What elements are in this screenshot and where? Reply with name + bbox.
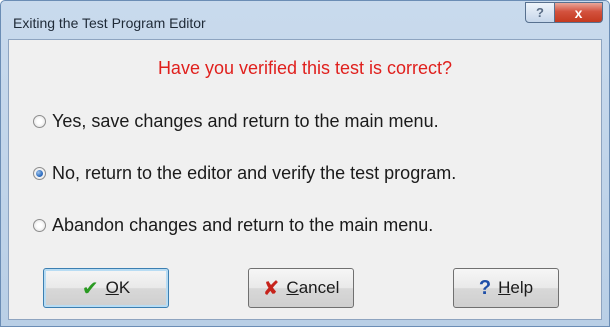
confirmation-question: Have you verified this test is correct? <box>157 58 453 78</box>
radio-abandon-changes[interactable] <box>33 219 46 232</box>
option-abandon-changes[interactable]: Abandon changes and return to the main m… <box>33 215 433 236</box>
ok-button[interactable]: ✔ OK <box>43 268 169 308</box>
radio-return-to-editor[interactable] <box>33 167 46 180</box>
title-close-button[interactable]: x <box>555 2 603 23</box>
option-save-and-return[interactable]: Yes, save changes and return to the main… <box>33 111 439 132</box>
dialog-body: Have you verified this test is correct? … <box>8 39 602 320</box>
caption-buttons: ? x <box>525 2 603 24</box>
option-return-to-editor[interactable]: No, return to the editor and verify the … <box>33 163 456 184</box>
help-button[interactable]: ? Help <box>453 268 559 308</box>
cancel-button[interactable]: ✘ Cancel <box>248 268 354 308</box>
window-title: Exiting the Test Program Editor <box>13 15 206 31</box>
title-help-button[interactable]: ? <box>525 2 555 23</box>
x-icon: ✘ <box>262 277 280 300</box>
option-label: No, return to the editor and verify the … <box>52 163 457 183</box>
help-button-label: Help <box>498 278 534 297</box>
option-label: Yes, save changes and return to the main… <box>52 111 439 131</box>
check-icon: ✔ <box>81 277 99 300</box>
ok-button-label: OK <box>105 278 131 297</box>
title-bar[interactable]: Exiting the Test Program Editor ? x <box>1 1 609 39</box>
cancel-button-label: Cancel <box>286 278 340 297</box>
question-icon: ? <box>478 276 492 299</box>
dialog-window: Exiting the Test Program Editor ? x Have… <box>0 0 610 327</box>
question-icon: ? <box>536 5 544 20</box>
option-label: Abandon changes and return to the main m… <box>52 215 434 235</box>
close-icon: x <box>574 4 583 21</box>
radio-save-and-return[interactable] <box>33 115 46 128</box>
